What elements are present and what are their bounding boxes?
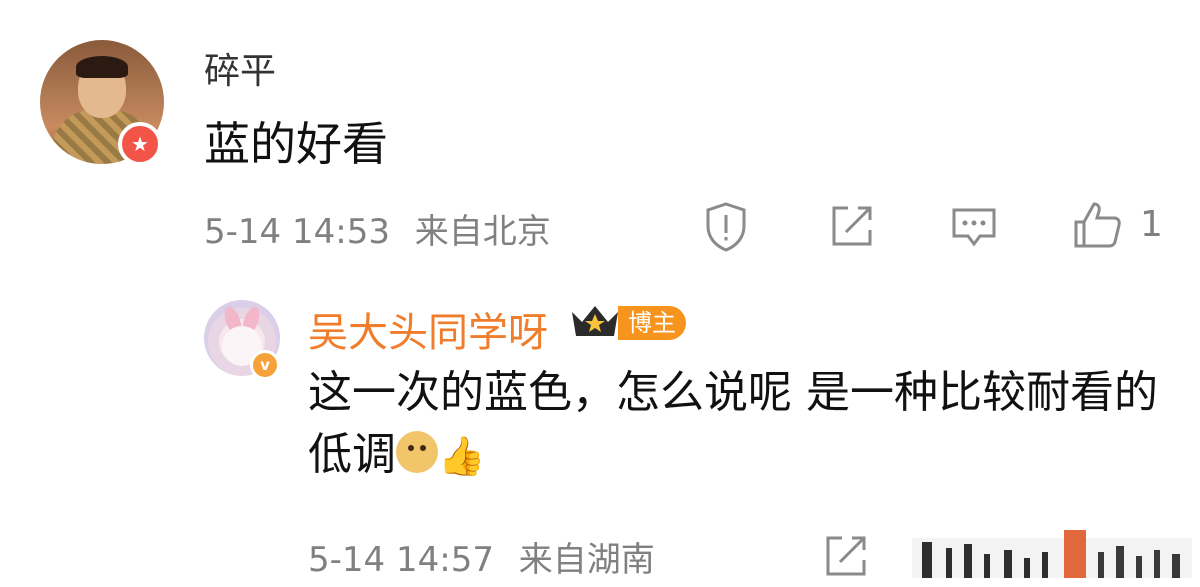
crown-icon [572, 306, 618, 336]
comment-location: 来自北京 [414, 212, 551, 252]
comment-username[interactable]: 碎平 [204, 42, 276, 94]
reply-username[interactable]: 吴大头同学呀 [308, 300, 548, 358]
reply-meta: 5-14 14:57 来自湖南 [308, 532, 655, 581]
verified-badge-icon: ★ [118, 122, 162, 166]
blogger-badge: 博主 [618, 306, 686, 340]
like-icon[interactable] [1070, 196, 1126, 252]
reply-location: 来自湖南 [518, 540, 655, 580]
comment-meta: 5-14 14:53 来自北京 [204, 204, 551, 253]
share-icon[interactable] [824, 198, 880, 254]
like-count: 1 [1140, 204, 1163, 245]
reply-text: 这一次的蓝色，怎么说呢 是一种比较耐看的低调 👍 [308, 362, 1168, 487]
reply-text-content: 这一次的蓝色，怎么说呢 是一种比较耐看的低调 [308, 367, 1158, 480]
comment-timestamp: 5-14 14:53 [204, 212, 390, 252]
report-icon[interactable] [698, 198, 754, 254]
share-icon[interactable] [818, 528, 874, 584]
avatar-hair [76, 56, 128, 78]
comment-text: 蓝的好看 [204, 117, 388, 171]
verified-badge-icon: v [250, 350, 280, 380]
doge-emoji-icon [396, 431, 438, 473]
chart-icon[interactable] [912, 530, 1192, 578]
reply-timestamp: 5-14 14:57 [308, 540, 494, 580]
thumbs-up-emoji-icon: 👍 [438, 434, 486, 478]
reply-icon[interactable] [946, 198, 1002, 254]
